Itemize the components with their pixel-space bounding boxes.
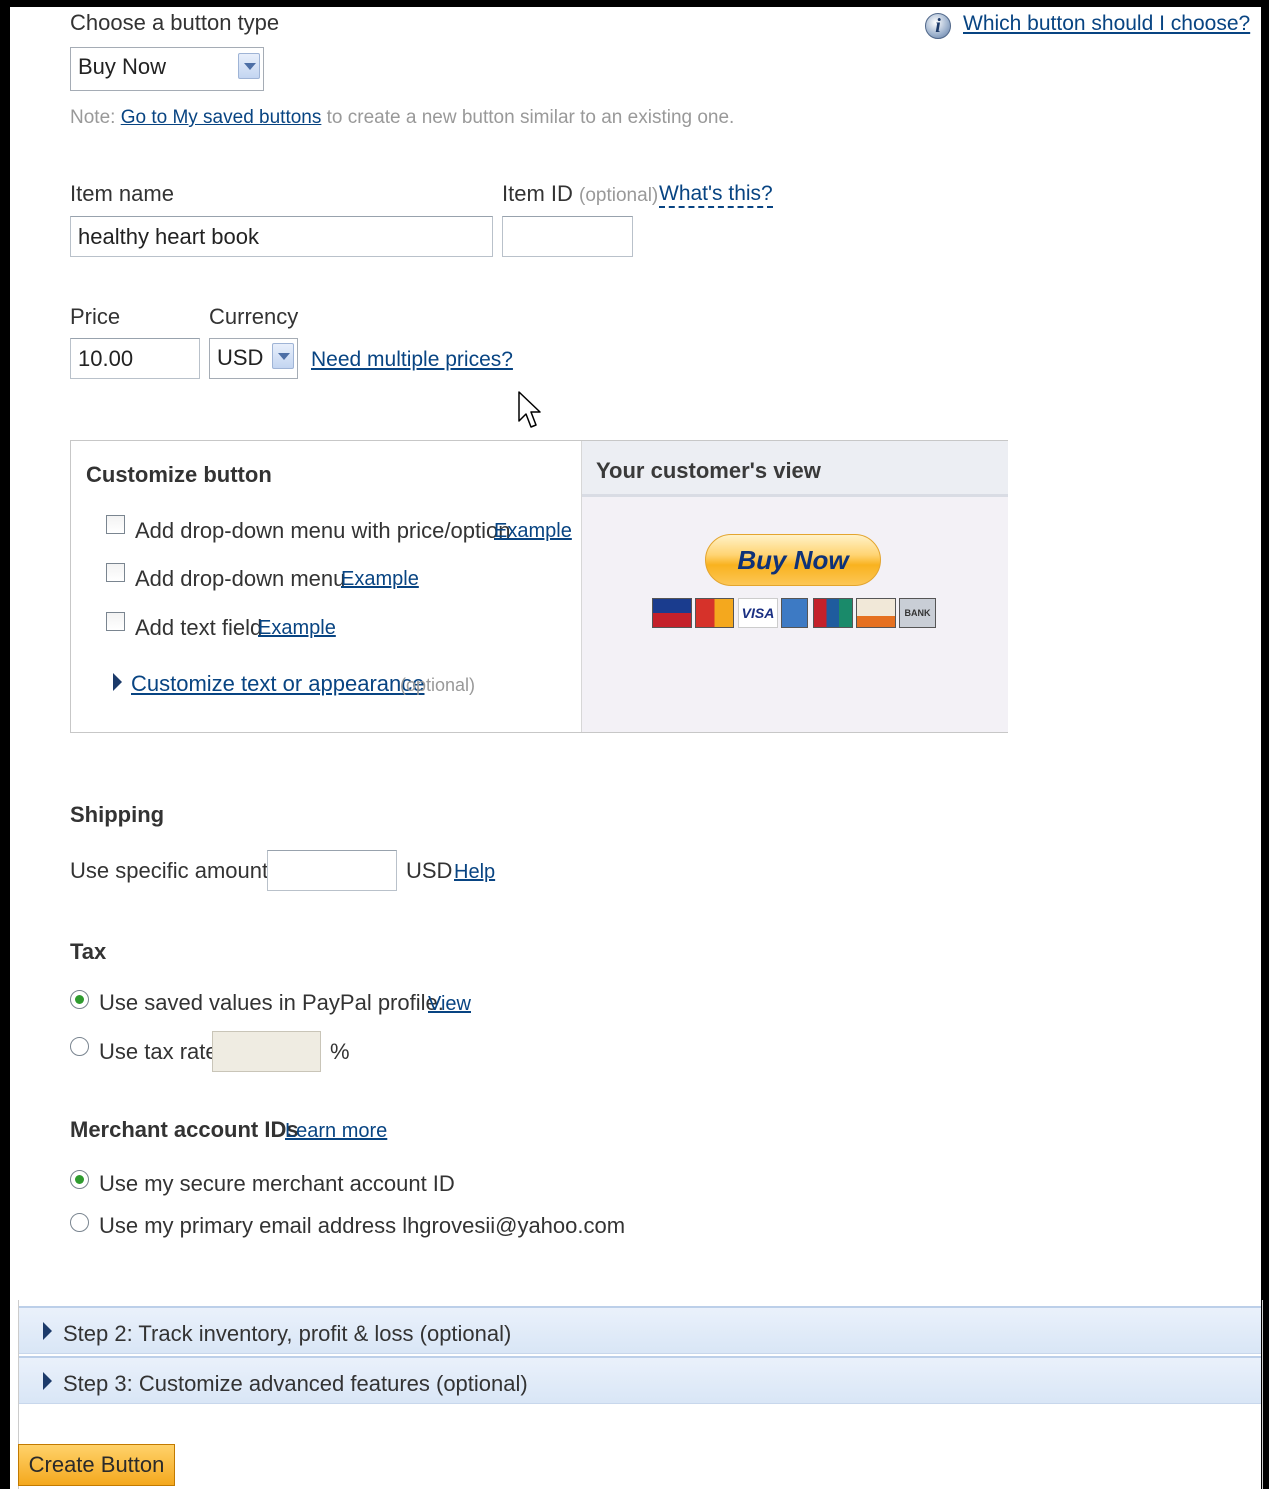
- customer-view-panel: [581, 441, 1008, 732]
- button-type-value: Buy Now: [78, 54, 167, 79]
- note-text: Note: Go to My saved buttons to create a…: [70, 107, 734, 129]
- multiple-prices-link[interactable]: Need multiple prices?: [311, 348, 513, 372]
- tax-percent: %: [330, 1039, 350, 1064]
- amex-card-icon: [781, 598, 808, 628]
- mouse-cursor-icon: [518, 391, 541, 428]
- item-name-label: Item name: [70, 181, 174, 206]
- tax-saved-label: Use saved values in PayPal profile.: [99, 990, 444, 1015]
- option-label-price: Add drop-down menu with price/option: [135, 518, 511, 543]
- option-checkbox-dropdown[interactable]: [106, 563, 125, 582]
- choose-type-label: Choose a button type: [70, 10, 280, 35]
- merchant-secure-radio[interactable]: [70, 1170, 89, 1189]
- tax-title: Tax: [70, 939, 107, 964]
- buy-now-preview-button[interactable]: Buy Now: [705, 534, 881, 586]
- item-id-label: Item ID: [502, 181, 573, 206]
- which-button-link[interactable]: Which button should I choose?: [963, 12, 1250, 36]
- currency-value: USD: [217, 345, 264, 370]
- shipping-title: Shipping: [70, 802, 165, 827]
- item-id-optional: (optional): [579, 185, 659, 206]
- option-label-textfield: Add text field: [135, 615, 263, 640]
- step2-label: Step 2: Track inventory, profit & loss (…: [63, 1321, 512, 1346]
- saved-buttons-link[interactable]: Go to My saved buttons: [121, 107, 322, 128]
- shipping-help-link[interactable]: Help: [454, 861, 495, 884]
- shipping-currency: USD: [406, 858, 453, 883]
- tax-saved-radio[interactable]: [70, 990, 89, 1009]
- button-type-select[interactable]: Buy Now: [70, 47, 264, 91]
- shipping-amount-input[interactable]: [267, 850, 397, 891]
- price-input[interactable]: [70, 338, 200, 379]
- learn-more-link[interactable]: Learn more: [285, 1120, 387, 1143]
- customize-title: Customize button: [86, 462, 272, 487]
- maestro-card-icon: [652, 598, 692, 628]
- shipping-amount-label: Use specific amount:: [70, 858, 275, 883]
- example-link-dropdown[interactable]: Example: [341, 568, 419, 591]
- expand-arrow-icon: [43, 1322, 52, 1340]
- example-link-price[interactable]: Example: [494, 520, 572, 543]
- merchant-email-label: Use my primary email address lhgrovesii@…: [99, 1213, 626, 1238]
- step3-bar[interactable]: Step 3: Customize advanced features (opt…: [19, 1356, 1261, 1404]
- currency-label: Currency: [209, 304, 299, 329]
- currency-select[interactable]: USD: [209, 338, 298, 379]
- step2-bar[interactable]: Step 2: Track inventory, profit & loss (…: [19, 1306, 1261, 1354]
- option-label-dropdown: Add drop-down menu: [135, 566, 346, 591]
- visa-card-icon: VISA: [738, 598, 778, 628]
- example-link-textfield[interactable]: Example: [258, 617, 336, 640]
- expand-arrow-icon: [43, 1372, 52, 1390]
- price-label: Price: [70, 304, 121, 329]
- option-checkbox-textfield[interactable]: [106, 612, 125, 631]
- merchant-email-radio[interactable]: [70, 1213, 89, 1232]
- whats-this-link[interactable]: What's this?: [659, 182, 773, 208]
- tax-view-link[interactable]: View: [428, 993, 471, 1016]
- note-suffix: to create a new button similar to an exi…: [326, 107, 735, 128]
- item-id-label-group: Item ID (optional): [502, 181, 658, 207]
- info-icon: i: [925, 13, 951, 39]
- appearance-optional: (optional): [400, 675, 476, 695]
- create-button[interactable]: Create Button: [18, 1444, 175, 1486]
- mastercard-card-icon: [695, 598, 734, 628]
- customize-appearance-link[interactable]: Customize text or appearance: [131, 671, 425, 697]
- unionpay-card-icon: [813, 598, 853, 628]
- note-prefix: Note:: [70, 107, 116, 128]
- customer-view-title: Your customer's view: [596, 458, 821, 483]
- chevron-down-icon: [238, 53, 260, 79]
- option-checkbox-price[interactable]: [106, 515, 125, 534]
- merchant-title: Merchant account IDs: [70, 1117, 299, 1142]
- item-id-input[interactable]: [502, 216, 633, 257]
- tax-rate-input[interactable]: [212, 1031, 321, 1072]
- bank-card-icon: BANK: [899, 598, 936, 628]
- tax-rate-radio[interactable]: [70, 1037, 89, 1056]
- expand-arrow-icon: [113, 673, 122, 691]
- merchant-secure-label: Use my secure merchant account ID: [99, 1171, 455, 1196]
- item-name-input[interactable]: [70, 216, 493, 257]
- tax-rate-label: Use tax rate: [99, 1039, 218, 1064]
- step3-label: Step 3: Customize advanced features (opt…: [63, 1371, 528, 1396]
- chevron-down-icon: [272, 343, 294, 369]
- discover-card-icon: [856, 598, 896, 628]
